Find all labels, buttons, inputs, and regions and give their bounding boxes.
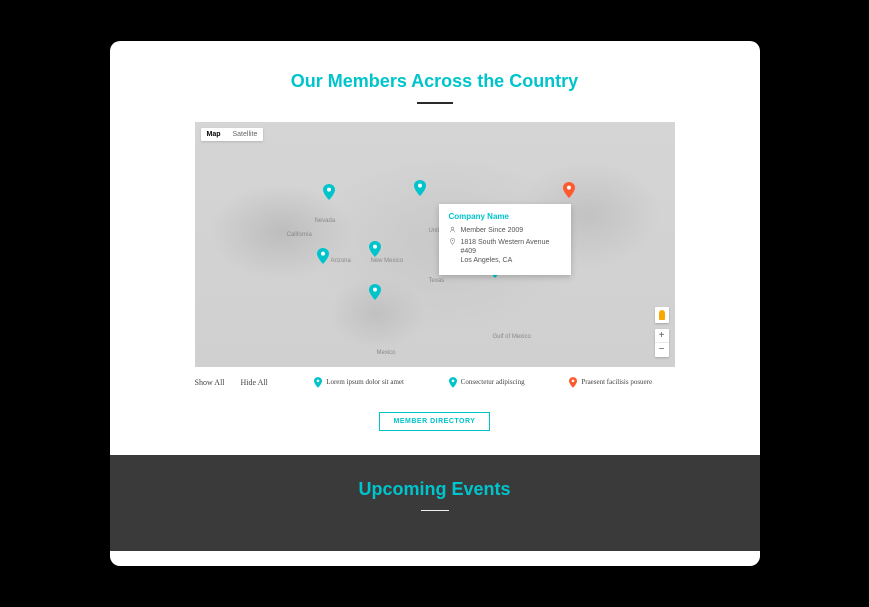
events-divider	[421, 510, 449, 512]
map-legend: Lorem ipsum dolor sit amet Consectetur a…	[292, 377, 675, 388]
location-icon	[449, 238, 456, 265]
label-new-mexico: New Mexico	[371, 258, 404, 264]
zoom-in-button[interactable]: +	[655, 329, 669, 343]
members-heading: Our Members Across the Country	[110, 71, 760, 92]
map-controls: + −	[655, 307, 669, 357]
hide-all-button[interactable]: Hide All	[241, 378, 268, 387]
zoom-out-button[interactable]: −	[655, 343, 669, 357]
info-company-name: Company Name	[449, 212, 561, 221]
map-type-satellite[interactable]: Satellite	[227, 128, 264, 141]
page-wrapper: Our Members Across the Country United St…	[110, 41, 760, 566]
pin-icon	[449, 377, 457, 388]
events-heading: Upcoming Events	[110, 479, 760, 500]
label-arizona: Arizona	[331, 258, 351, 264]
show-hide-toggles: Show All Hide All	[195, 378, 268, 387]
map-pin[interactable]	[317, 248, 329, 264]
label-gulf: Gulf of Mexico	[493, 334, 531, 340]
map-pin[interactable]	[369, 284, 381, 300]
events-section: Upcoming Events	[110, 455, 760, 552]
legend-item[interactable]: Consectetur adipiscing	[449, 377, 525, 388]
map-info-window: Company Name Member Since 2009 1818 Sout…	[439, 204, 571, 275]
member-directory-button[interactable]: MEMBER DIRECTORY	[379, 412, 491, 431]
map-pin[interactable]	[323, 184, 335, 200]
legend-item[interactable]: Praesent facilisis posuere	[569, 377, 652, 388]
label-mexico: Mexico	[377, 350, 396, 356]
info-address: 1818 South Western Avenue #409 Los Angel…	[461, 238, 561, 265]
map-pin-highlighted[interactable]	[563, 182, 575, 198]
map-pin[interactable]	[369, 241, 381, 257]
label-nevada: Nevada	[315, 218, 336, 224]
map-pin[interactable]	[414, 180, 426, 196]
zoom-controls: + −	[655, 329, 669, 357]
show-all-button[interactable]: Show All	[195, 378, 225, 387]
map-type-map[interactable]: Map	[201, 128, 227, 141]
person-icon	[449, 226, 456, 236]
map-type-switcher: Map Satellite	[201, 128, 264, 141]
legend-label: Consectetur adipiscing	[461, 378, 525, 386]
map-footer-row: Show All Hide All Lorem ipsum dolor sit …	[195, 377, 675, 388]
heading-divider	[417, 102, 453, 104]
map-container[interactable]: United States Mexico California Nevada A…	[195, 122, 675, 367]
pegman-icon[interactable]	[655, 307, 669, 323]
legend-item[interactable]: Lorem ipsum dolor sit amet	[314, 377, 404, 388]
label-texas: Texas	[429, 278, 445, 284]
info-member-since: Member Since 2009	[461, 226, 524, 236]
pin-icon	[314, 377, 322, 388]
label-california: California	[287, 232, 312, 238]
pin-icon	[569, 377, 577, 388]
map-place-labels: United States Mexico California Nevada A…	[195, 122, 675, 367]
legend-label: Lorem ipsum dolor sit amet	[326, 378, 404, 386]
legend-label: Praesent facilisis posuere	[581, 378, 652, 386]
